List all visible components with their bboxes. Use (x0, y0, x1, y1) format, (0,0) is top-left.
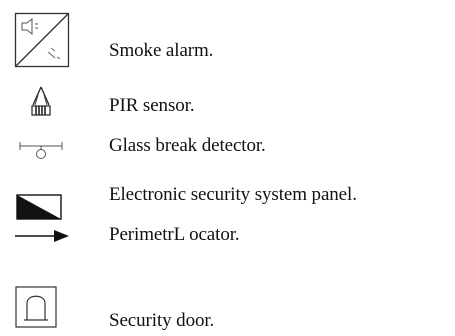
legend-item-glass-break-detector: Glass break detector. (0, 135, 455, 165)
pir-sensor-icon (31, 86, 51, 116)
legend-label: Smoke alarm. (109, 40, 214, 61)
legend-item-smoke-alarm: Smoke alarm. (0, 0, 455, 80)
legend-item-security-door: Security door. (0, 280, 455, 336)
arrow-right-icon (15, 230, 69, 242)
legend-label: PerimetrL ocator. (109, 224, 240, 245)
legend-item-security-panel: Electronic security system panel. (0, 180, 455, 220)
legend-label: Security door. (109, 310, 215, 331)
legend-label: Electronic security system panel. (109, 184, 357, 205)
security-door-icon (15, 286, 57, 328)
symbol-legend: Smoke alarm. PIR sensor. Glass break det… (0, 0, 455, 336)
legend-label: Glass break detector. (109, 135, 266, 156)
smoke-alarm-icon (14, 12, 70, 68)
legend-item-pir-sensor: PIR sensor. (0, 80, 455, 116)
glass-break-detector-icon (19, 142, 63, 159)
security-panel-icon (16, 194, 62, 220)
legend-item-perimeter-locator: PerimetrL ocator. (0, 222, 455, 248)
legend-label: PIR sensor. (109, 95, 195, 116)
